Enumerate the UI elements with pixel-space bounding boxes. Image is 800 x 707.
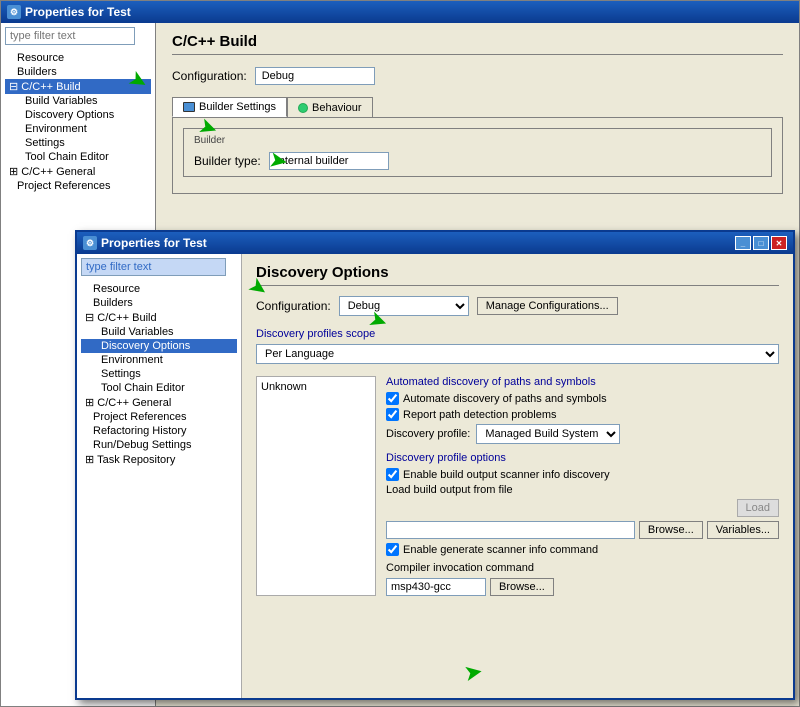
- fg-check3-label: Enable build output scanner info discove…: [403, 469, 610, 481]
- fg-profile-label: Discovery profile:: [386, 428, 470, 440]
- fg-check1-input[interactable]: [386, 392, 399, 405]
- bg-builder-type-label: Builder type:: [194, 154, 261, 168]
- fg-profile-row: Discovery profile: Managed Build System: [386, 424, 779, 444]
- fg-tree-rundebug[interactable]: Run/Debug Settings: [81, 438, 237, 452]
- fg-discovery-body: Unknown Automated discovery of paths and…: [256, 376, 779, 596]
- fg-check3-input[interactable]: [386, 468, 399, 481]
- fg-tree-cppbuild[interactable]: ⊟ C/C++ Build: [81, 310, 237, 325]
- bg-tree-builders[interactable]: Builders: [5, 65, 151, 79]
- fg-tree-resource[interactable]: Resource: [81, 282, 237, 296]
- fg-window-title: Properties for Test: [101, 236, 207, 250]
- bg-tree-discovopts[interactable]: Discovery Options: [5, 108, 151, 122]
- bg-window-icon: ⚙: [7, 5, 21, 19]
- fg-scope-section: Discovery profiles scope Per Language: [256, 328, 779, 364]
- bg-config-value[interactable]: Debug: [255, 67, 375, 85]
- bg-titlebar: ⚙ Properties for Test: [1, 1, 799, 23]
- fg-config-label: Configuration:: [256, 299, 331, 313]
- bg-tree-cppgeneral[interactable]: ⊞ C/C++ General: [5, 164, 151, 179]
- fg-check2-row: Report path detection problems: [386, 408, 779, 421]
- fg-tree-projrefs[interactable]: Project References: [81, 410, 237, 424]
- bg-tab-content: Builder Builder type: Internal builder: [172, 117, 783, 194]
- fg-tree-builders[interactable]: Builders: [81, 296, 237, 310]
- fg-unknown-label: Unknown: [256, 376, 376, 596]
- fg-tree-toolchain[interactable]: Tool Chain Editor: [81, 381, 237, 395]
- bg-tree-buildvars[interactable]: Build Variables: [5, 94, 151, 108]
- fg-scope-select[interactable]: Per Language: [256, 344, 779, 364]
- fg-browse-btn2[interactable]: Browse...: [490, 578, 554, 596]
- fg-variables-btn[interactable]: Variables...: [707, 521, 779, 539]
- fg-config-select[interactable]: Debug: [339, 296, 469, 316]
- bg-section-title: C/C++ Build: [172, 33, 783, 55]
- bg-tab-behaviour[interactable]: Behaviour: [287, 97, 373, 117]
- maximize-button[interactable]: □: [753, 236, 769, 250]
- bg-tree-env[interactable]: Environment: [5, 122, 151, 136]
- bg-builder-section-title: Builder: [194, 135, 761, 146]
- fg-compiler-label: Compiler invocation command: [386, 562, 779, 574]
- fg-load-row: Load: [386, 499, 779, 517]
- fg-tree-refactoring[interactable]: Refactoring History: [81, 424, 237, 438]
- bg-tab-builder-settings[interactable]: Builder Settings: [172, 97, 287, 117]
- fg-tree-taskrepo[interactable]: ⊞ Task Repository: [81, 452, 237, 467]
- fg-left-panel: Resource Builders ⊟ C/C++ Build Build Va…: [77, 254, 242, 698]
- fg-check2-label: Report path detection problems: [403, 409, 556, 421]
- minimize-button[interactable]: _: [735, 236, 751, 250]
- fg-load-label: Load build output from file: [386, 484, 779, 496]
- bg-tree-settings[interactable]: Settings: [5, 136, 151, 150]
- bg-config-row: Configuration: Debug: [172, 67, 783, 85]
- bg-window-title: Properties for Test: [25, 5, 131, 19]
- fg-titlebar: ⚙ Properties for Test _ □ ✕: [77, 232, 793, 254]
- bg-config-label: Configuration:: [172, 69, 247, 83]
- fg-window-icon: ⚙: [83, 236, 97, 250]
- fg-automated-label: Automated discovery of paths and symbols: [386, 376, 779, 388]
- fg-titlebar-buttons: _ □ ✕: [735, 236, 787, 250]
- fg-discovery-right: Automated discovery of paths and symbols…: [386, 376, 779, 596]
- fg-window: ⚙ Properties for Test _ □ ✕ Resource Bui…: [75, 230, 795, 700]
- fg-compiler-section: Compiler invocation command Browse...: [386, 562, 779, 596]
- fg-manage-configs-btn[interactable]: Manage Configurations...: [477, 297, 618, 315]
- fg-tree-cppgeneral[interactable]: ⊞ C/C++ General: [81, 395, 237, 410]
- bg-filter-input[interactable]: [5, 27, 135, 45]
- fg-options-label: Discovery profile options: [386, 452, 779, 464]
- fg-check3-row: Enable build output scanner info discove…: [386, 468, 779, 481]
- fg-compiler-input[interactable]: [386, 578, 486, 596]
- bg-tree-resource[interactable]: Resource: [5, 51, 151, 65]
- bg-tabs: Builder Settings Behaviour Builder Build…: [172, 97, 783, 194]
- fg-browse-btn1[interactable]: Browse...: [639, 521, 703, 539]
- close-button[interactable]: ✕: [771, 236, 787, 250]
- fg-check2-input[interactable]: [386, 408, 399, 421]
- fg-scope-label: Discovery profiles scope: [256, 328, 779, 340]
- fg-compiler-row: Browse...: [386, 578, 779, 596]
- fg-check1-row: Automate discovery of paths and symbols: [386, 392, 779, 405]
- fg-filter-input[interactable]: [81, 258, 226, 276]
- fg-load-btn[interactable]: Load: [737, 499, 779, 517]
- fg-check1-label: Automate discovery of paths and symbols: [403, 393, 607, 405]
- fg-right-panel: Discovery Options Configuration: Debug M…: [242, 254, 793, 698]
- grid-icon: [183, 102, 195, 112]
- fg-tree-env[interactable]: Environment: [81, 353, 237, 367]
- fg-tree-settings[interactable]: Settings: [81, 367, 237, 381]
- fg-check4-row: Enable generate scanner info command: [386, 543, 779, 556]
- fg-check4-input[interactable]: [386, 543, 399, 556]
- fg-profile-select[interactable]: Managed Build System: [476, 424, 620, 444]
- bg-tree-toolchain[interactable]: Tool Chain Editor: [5, 150, 151, 164]
- bg-tree-projrefs[interactable]: Project References: [5, 179, 151, 193]
- fg-file-input[interactable]: [386, 521, 635, 539]
- fg-check4-label: Enable generate scanner info command: [403, 544, 598, 556]
- fg-section-title: Discovery Options: [256, 264, 779, 286]
- circle-green-icon: [298, 103, 308, 113]
- fg-tree-buildvars[interactable]: Build Variables: [81, 325, 237, 339]
- fg-options-section: Discovery profile options Enable build o…: [386, 452, 779, 556]
- fg-config-row: Configuration: Debug Manage Configuratio…: [256, 296, 779, 316]
- fg-tree-discovopts[interactable]: Discovery Options: [81, 339, 237, 353]
- fg-browse-row: Browse... Variables...: [386, 521, 779, 539]
